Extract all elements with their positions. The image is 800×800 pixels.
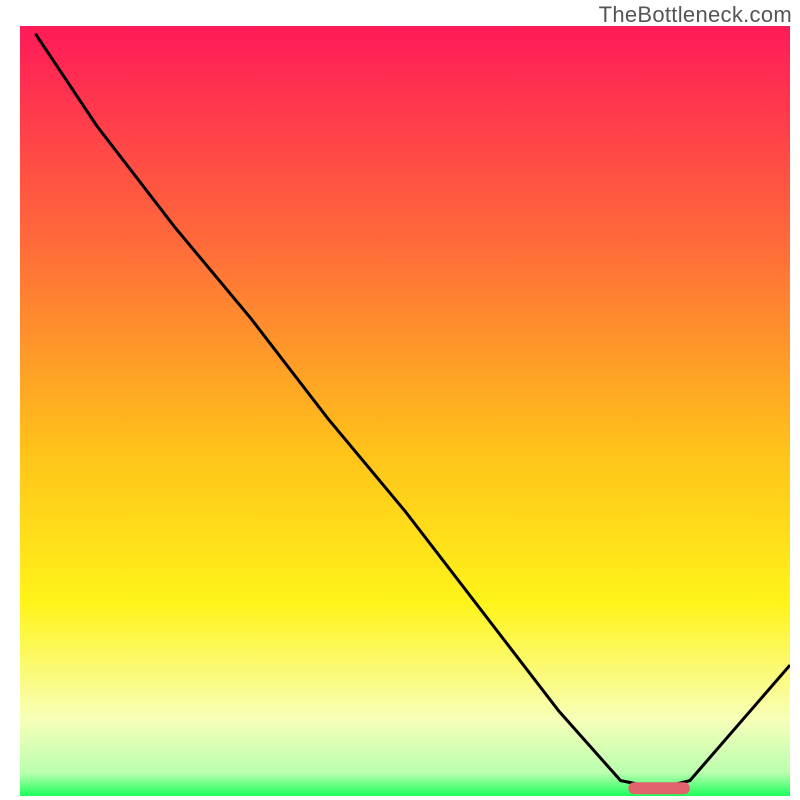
bottleneck-chart [20, 26, 790, 796]
watermark-text: TheBottleneck.com [599, 2, 792, 28]
gradient-background [20, 26, 790, 796]
optimal-range-marker [628, 782, 690, 794]
